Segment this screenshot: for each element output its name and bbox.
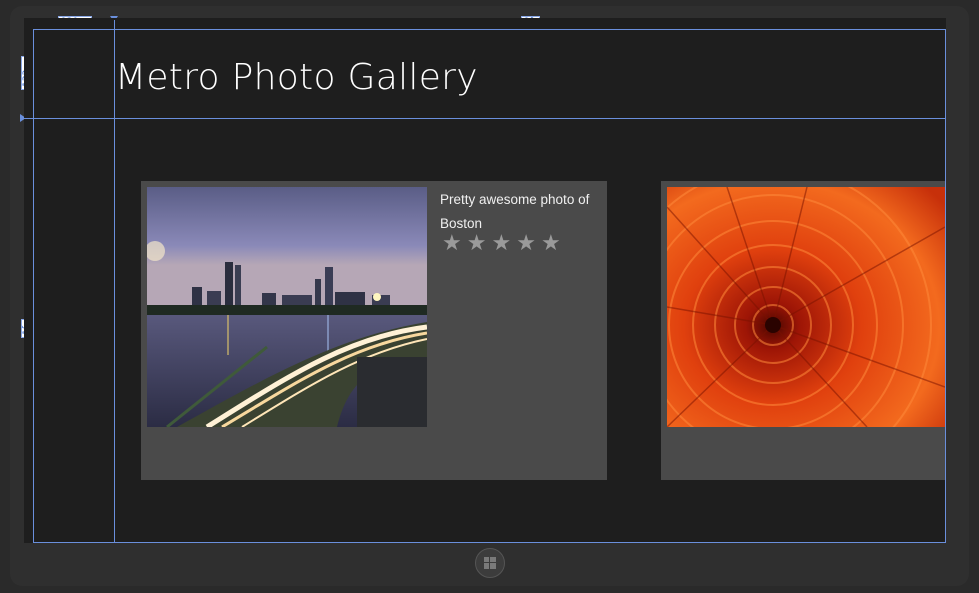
rating-stars[interactable]: ★ ★ ★ ★ ★ — [442, 232, 561, 256]
grid-border-left — [33, 29, 34, 543]
windows-start-icon[interactable] — [475, 548, 505, 578]
star-icon[interactable]: ★ — [516, 232, 536, 256]
star-icon[interactable]: ★ — [541, 232, 561, 256]
grid-border-top — [33, 29, 946, 30]
grid-border-bottom — [33, 542, 946, 543]
star-icon[interactable]: ★ — [467, 232, 487, 256]
star-icon[interactable]: ★ — [491, 232, 511, 256]
gallery-photo[interactable] — [667, 187, 945, 427]
grid-border-right — [945, 29, 946, 543]
row-divider[interactable] — [24, 118, 946, 119]
gallery-photo[interactable] — [147, 187, 427, 427]
page-title: Metro Photo Gallery — [115, 57, 478, 98]
photo-caption: Pretty awesome photo of Boston — [440, 192, 590, 231]
star-icon[interactable]: ★ — [442, 232, 462, 256]
